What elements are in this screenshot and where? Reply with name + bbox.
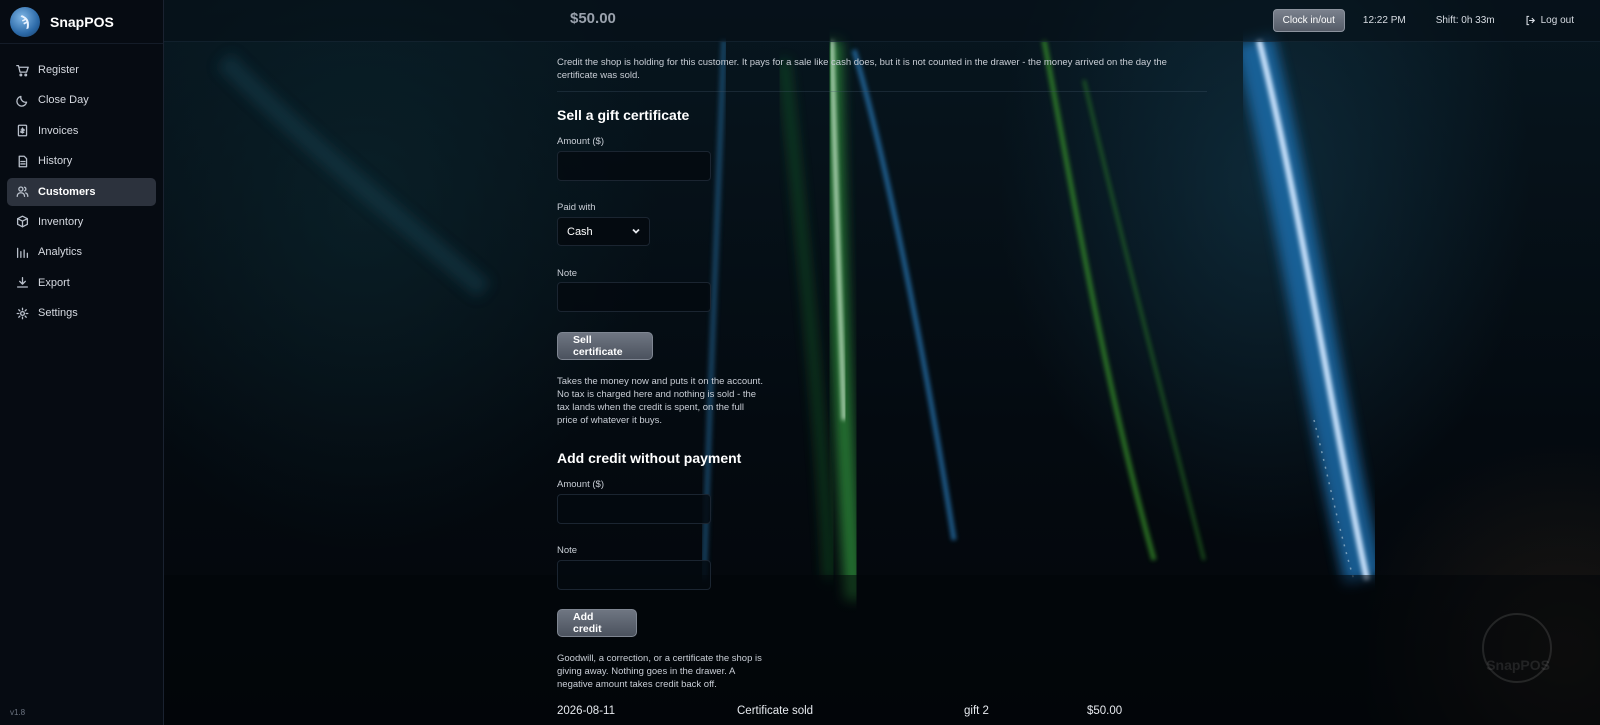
- logout-icon: [1526, 15, 1535, 26]
- chevron-down-icon: [631, 226, 641, 236]
- credit-note-input[interactable]: [557, 560, 711, 590]
- section-divider: [557, 91, 1207, 92]
- sidebar-item-label: History: [38, 155, 73, 168]
- ledger-type: Certificate sold: [737, 705, 814, 717]
- sidebar-item-label: Analytics: [38, 246, 83, 259]
- cart-icon: [16, 64, 29, 76]
- box-icon: [16, 216, 29, 228]
- sidebar-item-export[interactable]: Export: [7, 269, 156, 297]
- logout-button[interactable]: Log out: [1525, 15, 1574, 26]
- moon-icon: [16, 95, 28, 107]
- sidebar-item-settings[interactable]: Settings: [7, 299, 156, 327]
- add-credit-heading: Add credit without payment: [557, 450, 742, 466]
- document-icon: [18, 155, 28, 168]
- credit-note-label: Note: [557, 545, 578, 556]
- credit-amount-label: Amount ($): [557, 479, 604, 490]
- sidebar-item-label: Register: [38, 64, 79, 76]
- certificate-note-input[interactable]: [557, 282, 711, 312]
- customer-credit-panel: Credit the shop is holding for this cust…: [557, 0, 1207, 725]
- certificate-note-label: Note: [557, 268, 578, 279]
- sidebar-item-analytics[interactable]: Analytics: [7, 238, 156, 266]
- sidebar-item-label: Close Day: [38, 94, 89, 107]
- paid-with-value: Cash: [567, 226, 593, 238]
- users-icon: [16, 186, 29, 198]
- paid-with-label: Paid with: [557, 202, 596, 213]
- app-name: SnapPOS: [50, 13, 114, 30]
- sidebar-item-label: Settings: [38, 307, 78, 320]
- app-logo-icon: ϡ: [10, 6, 40, 37]
- sidebar-item-history[interactable]: History: [7, 147, 156, 175]
- sidebar-item-label: Export: [38, 276, 70, 289]
- bar-chart-icon: [16, 247, 29, 258]
- app-version: v1.8: [10, 708, 26, 717]
- sidebar-item-label: Invoices: [38, 124, 79, 137]
- sidebar-item-register[interactable]: Register: [7, 56, 156, 84]
- gear-icon: [16, 307, 29, 320]
- certificate-amount-input[interactable]: [557, 151, 711, 181]
- invoice-icon: [17, 124, 28, 137]
- sell-certificate-help: Takes the money now and puts it on the a…: [557, 376, 763, 426]
- certificate-amount-label: Amount ($): [557, 136, 604, 147]
- credit-amount-input[interactable]: [557, 494, 711, 524]
- download-icon: [16, 277, 29, 288]
- sell-certificate-button[interactable]: Sell certificate: [557, 332, 653, 360]
- sell-certificate-heading: Sell a gift certificate: [557, 107, 690, 123]
- sidebar-nav: Register Close Day Invoices History Cust…: [0, 44, 163, 327]
- sidebar-item-customers[interactable]: Customers: [7, 177, 156, 206]
- clock-in-out-button[interactable]: Clock in/out: [1272, 9, 1345, 32]
- credit-description: Credit the shop is holding for this cust…: [557, 57, 1167, 81]
- logout-label: Log out: [1540, 15, 1574, 26]
- topbar-controls: Clock in/out 12:22 PM Shift: 0h 33m Log …: [1272, 9, 1574, 32]
- add-credit-help: Goodwill, a correction, or a certificate…: [557, 653, 762, 690]
- ledger-amount: $50.00: [1087, 705, 1123, 717]
- sidebar: ϡ SnapPOS Register Close Day Invoices Hi…: [0, 0, 164, 725]
- sidebar-item-close-day[interactable]: Close Day: [7, 86, 156, 114]
- brand[interactable]: ϡ SnapPOS: [0, 0, 163, 44]
- paid-with-select[interactable]: Cash: [557, 217, 650, 246]
- shift-duration: Shift: 0h 33m: [1435, 15, 1495, 26]
- ledger-note: gift 2: [964, 705, 989, 717]
- add-credit-button[interactable]: Add credit: [557, 609, 637, 637]
- sidebar-item-invoices[interactable]: Invoices: [7, 117, 156, 145]
- current-time: 12:22 PM: [1362, 15, 1406, 26]
- sidebar-item-label: Inventory: [38, 215, 84, 228]
- sidebar-item-inventory[interactable]: Inventory: [7, 208, 156, 236]
- watermark-text: SnapPOS: [1486, 657, 1550, 673]
- ledger-date: 2026-08-11: [557, 705, 615, 717]
- sidebar-item-label: Customers: [38, 185, 96, 198]
